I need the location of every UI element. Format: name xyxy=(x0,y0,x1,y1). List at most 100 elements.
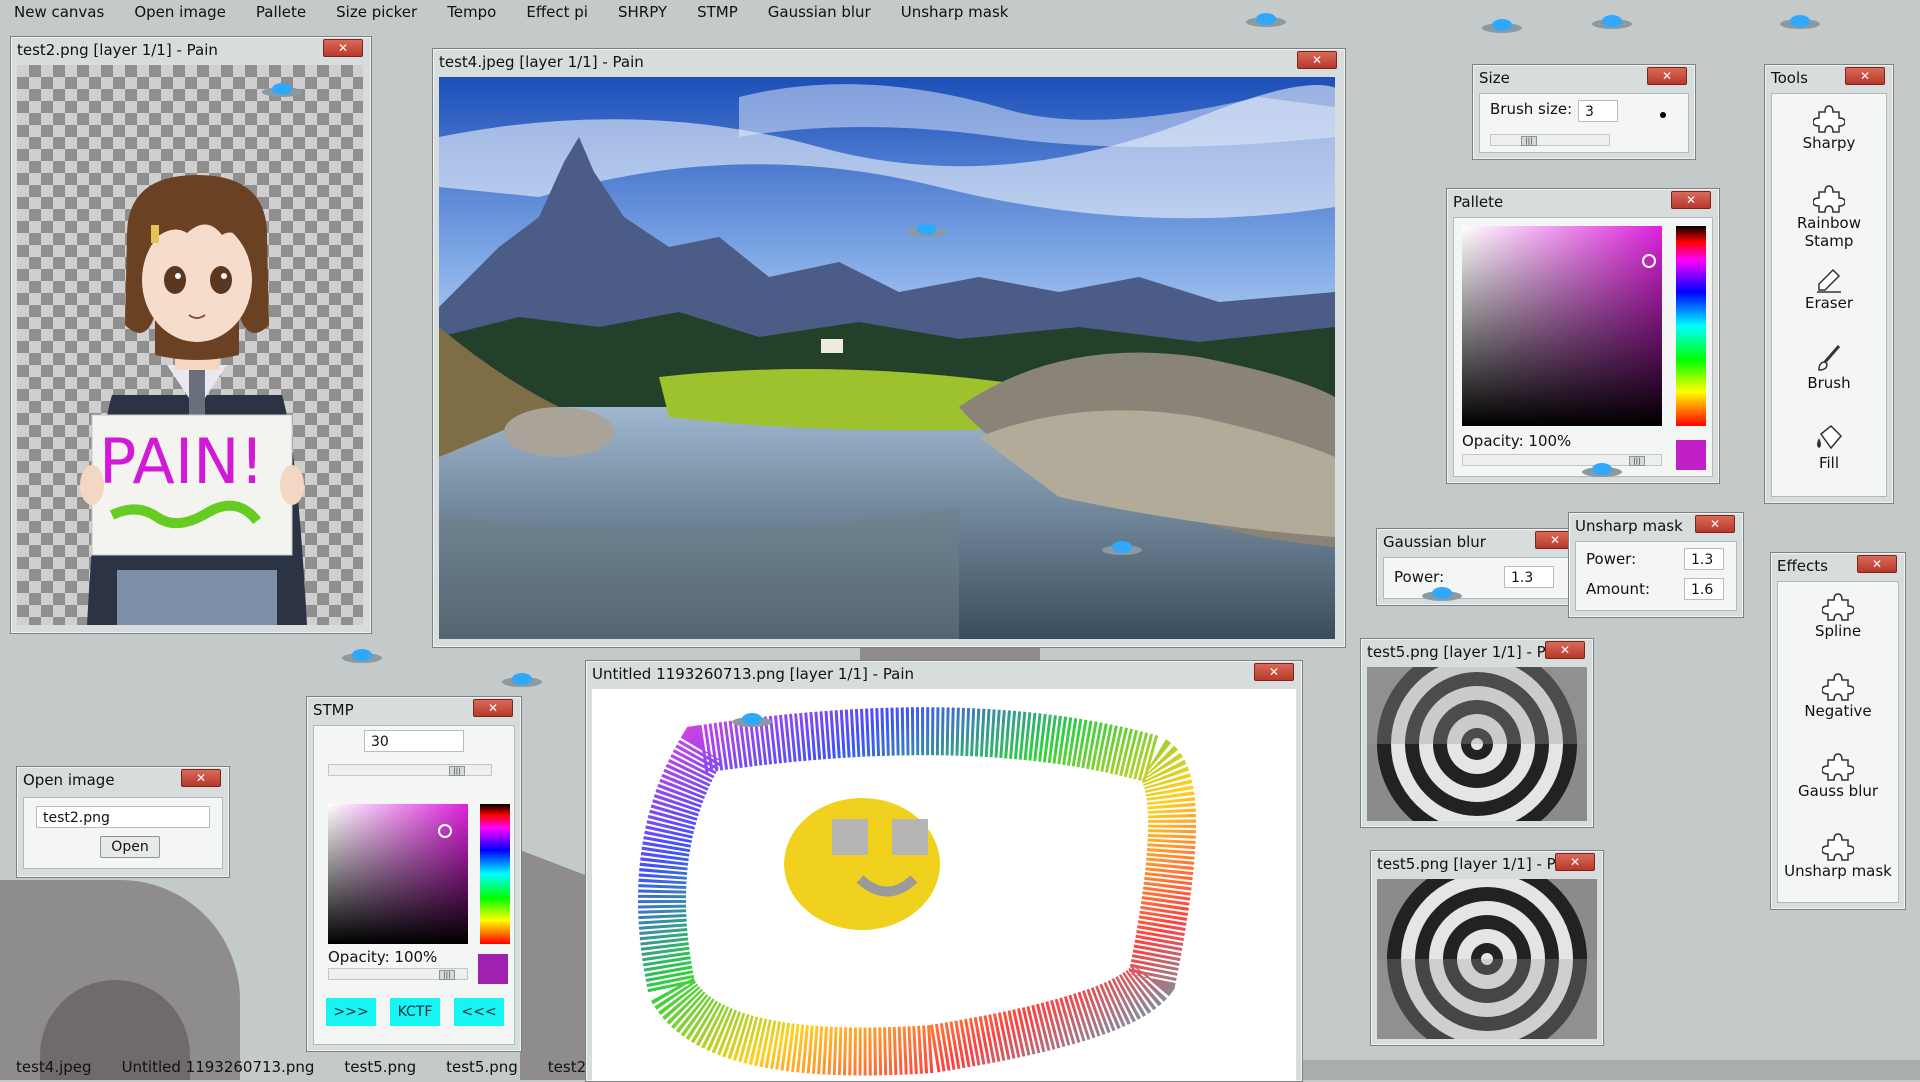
window-test5-b: test5.png [layer 1/1] - Pa... ✕ xyxy=(1370,850,1604,1046)
scroll-thumb[interactable]: ||| xyxy=(439,970,455,980)
canvas-test5-a[interactable] xyxy=(1367,667,1587,821)
menu-open-image[interactable]: Open image xyxy=(134,3,226,21)
effect-gauss-blur[interactable]: Gauss blur xyxy=(1778,750,1898,800)
window-title: STMP xyxy=(313,701,354,719)
canvas-test2[interactable]: PAIN! xyxy=(17,65,363,625)
window-titlebar[interactable]: Gaussian blur ✕ xyxy=(1377,529,1583,555)
close-button[interactable]: ✕ xyxy=(473,699,513,717)
sign-text: PAIN! xyxy=(99,425,264,498)
window-pallete: Pallete ✕ Opacity: 100% ||| xyxy=(1446,188,1720,484)
menu-tempo[interactable]: Tempo xyxy=(447,3,496,21)
close-button[interactable]: ✕ xyxy=(1297,51,1337,69)
window-open-image: Open image ✕ test2.png Open xyxy=(16,766,230,878)
menu-stmp[interactable]: STMP xyxy=(697,3,738,21)
window-titlebar[interactable]: Open image ✕ xyxy=(17,767,229,793)
window-test5-a: test5.png [layer 1/1] - Pa... ✕ xyxy=(1360,638,1594,828)
window-titlebar[interactable]: test5.png [layer 1/1] - Pa... ✕ xyxy=(1371,851,1603,877)
scroll-thumb[interactable]: ||| xyxy=(1629,456,1645,466)
menu-size-picker[interactable]: Size picker xyxy=(336,3,417,21)
window-title: Size xyxy=(1479,69,1510,87)
color-picker-handle[interactable] xyxy=(438,824,452,838)
stamp-size-scrollbar[interactable]: ||| xyxy=(328,764,492,776)
window-titlebar[interactable]: Untitled 1193260713.png [layer 1/1] - Pa… xyxy=(586,661,1302,687)
menu-gaussian-blur[interactable]: Gaussian blur xyxy=(768,3,871,21)
close-button[interactable]: ✕ xyxy=(1647,67,1687,85)
hue-slider[interactable] xyxy=(1676,226,1706,426)
scroll-thumb[interactable]: ||| xyxy=(1521,136,1537,146)
color-picker-handle[interactable] xyxy=(1642,254,1656,268)
puzzle-icon xyxy=(1822,673,1854,701)
tool-fill[interactable]: Fill xyxy=(1772,422,1886,472)
opacity-scrollbar[interactable]: ||| xyxy=(328,968,468,980)
open-image-panel: test2.png Open xyxy=(23,797,223,869)
brush-size-scrollbar[interactable]: ||| xyxy=(1490,134,1610,146)
close-button[interactable]: ✕ xyxy=(1545,641,1585,659)
power-input[interactable]: 1.3 xyxy=(1504,566,1554,588)
canvas-test4[interactable] xyxy=(439,77,1335,639)
taskbar-item[interactable]: Untitled 1193260713.png xyxy=(122,1058,315,1076)
scroll-thumb[interactable]: ||| xyxy=(449,766,465,776)
effect-spline[interactable]: Spline xyxy=(1778,590,1898,640)
canvas-test5-b[interactable] xyxy=(1377,879,1597,1039)
close-button[interactable]: ✕ xyxy=(1671,191,1711,209)
filename-input[interactable]: test2.png xyxy=(36,806,210,828)
window-titlebar[interactable]: Size ✕ xyxy=(1473,65,1695,91)
effect-label: Negative xyxy=(1804,702,1872,720)
tool-eraser[interactable]: Eraser xyxy=(1772,262,1886,312)
power-input[interactable]: 1.3 xyxy=(1684,548,1724,570)
effect-negative[interactable]: Negative xyxy=(1778,670,1898,720)
window-test4: test4.jpeg [layer 1/1] - Pain ✕ xyxy=(432,48,1346,648)
menu-effect-picker[interactable]: Effect pi xyxy=(526,3,588,21)
amount-input[interactable]: 1.6 xyxy=(1684,578,1724,600)
close-button[interactable]: ✕ xyxy=(1254,663,1294,681)
tool-sharpy[interactable]: Sharpy xyxy=(1772,102,1886,152)
tool-brush[interactable]: Brush xyxy=(1772,342,1886,392)
window-title: test5.png [layer 1/1] - Pa... xyxy=(1367,643,1569,661)
window-titlebar[interactable]: Unsharp mask ✕ xyxy=(1569,513,1743,539)
kctf-button[interactable]: KCTF xyxy=(390,998,440,1026)
open-button[interactable]: Open xyxy=(100,836,160,858)
close-button[interactable]: ✕ xyxy=(181,769,221,787)
menu-new-canvas[interactable]: New canvas xyxy=(14,3,104,21)
canvas-untitled[interactable] xyxy=(592,689,1296,1081)
puzzle-icon xyxy=(1822,833,1854,861)
taskbar-item[interactable]: test4.jpeg xyxy=(16,1058,92,1076)
color-saturation-picker[interactable] xyxy=(1462,226,1662,426)
tool-rainbow-stamp[interactable]: Rainbow Stamp xyxy=(1772,182,1886,250)
pallete-panel: Opacity: 100% ||| xyxy=(1453,217,1713,477)
brush-size-input[interactable]: 3 xyxy=(1578,100,1618,122)
tool-label: Brush xyxy=(1807,374,1851,392)
gaussian-panel: Power: 1.3 xyxy=(1383,557,1577,599)
taskbar-item[interactable]: test5.png xyxy=(344,1058,416,1076)
taskbar-item[interactable]: test5.png xyxy=(446,1058,518,1076)
close-button[interactable]: ✕ xyxy=(1695,515,1735,533)
menu-pallete[interactable]: Pallete xyxy=(256,3,306,21)
close-button[interactable]: ✕ xyxy=(1555,853,1595,871)
window-titlebar[interactable]: test5.png [layer 1/1] - Pa... ✕ xyxy=(1361,639,1593,665)
opacity-scrollbar[interactable]: ||| xyxy=(1462,454,1662,466)
hue-slider[interactable] xyxy=(480,804,510,944)
window-untitled: Untitled 1193260713.png [layer 1/1] - Pa… xyxy=(585,660,1303,1082)
menu-shrpy[interactable]: SHRPY xyxy=(618,3,667,21)
window-titlebar[interactable]: Tools ✕ xyxy=(1765,65,1893,91)
window-titlebar[interactable]: Effects ✕ xyxy=(1771,553,1905,579)
size-panel: Brush size: 3 ||| xyxy=(1479,93,1689,153)
close-button[interactable]: ✕ xyxy=(1857,555,1897,573)
prev-button[interactable]: <<< xyxy=(454,998,504,1026)
effect-label: Unsharp mask xyxy=(1784,862,1892,880)
window-titlebar[interactable]: Pallete ✕ xyxy=(1447,189,1719,215)
tool-label: Fill xyxy=(1818,454,1840,472)
spiral-image xyxy=(1377,879,1597,1039)
window-titlebar[interactable]: STMP ✕ xyxy=(307,697,521,723)
next-button[interactable]: >>> xyxy=(326,998,376,1026)
menu-unsharp-mask[interactable]: Unsharp mask xyxy=(901,3,1009,21)
stamp-size-input[interactable]: 30 xyxy=(364,730,464,752)
window-titlebar[interactable]: test4.jpeg [layer 1/1] - Pain ✕ xyxy=(433,49,1345,75)
opacity-label: Opacity: 100% xyxy=(328,948,438,966)
effects-panel: Spline Negative Gauss blur Unsharp mask xyxy=(1777,581,1899,903)
close-button[interactable]: ✕ xyxy=(323,39,363,57)
close-button[interactable]: ✕ xyxy=(1845,67,1885,85)
effect-unsharp-mask[interactable]: Unsharp mask xyxy=(1778,830,1898,880)
ufo-icon xyxy=(1422,587,1462,601)
window-titlebar[interactable]: test2.png [layer 1/1] - Pain ✕ xyxy=(11,37,371,63)
